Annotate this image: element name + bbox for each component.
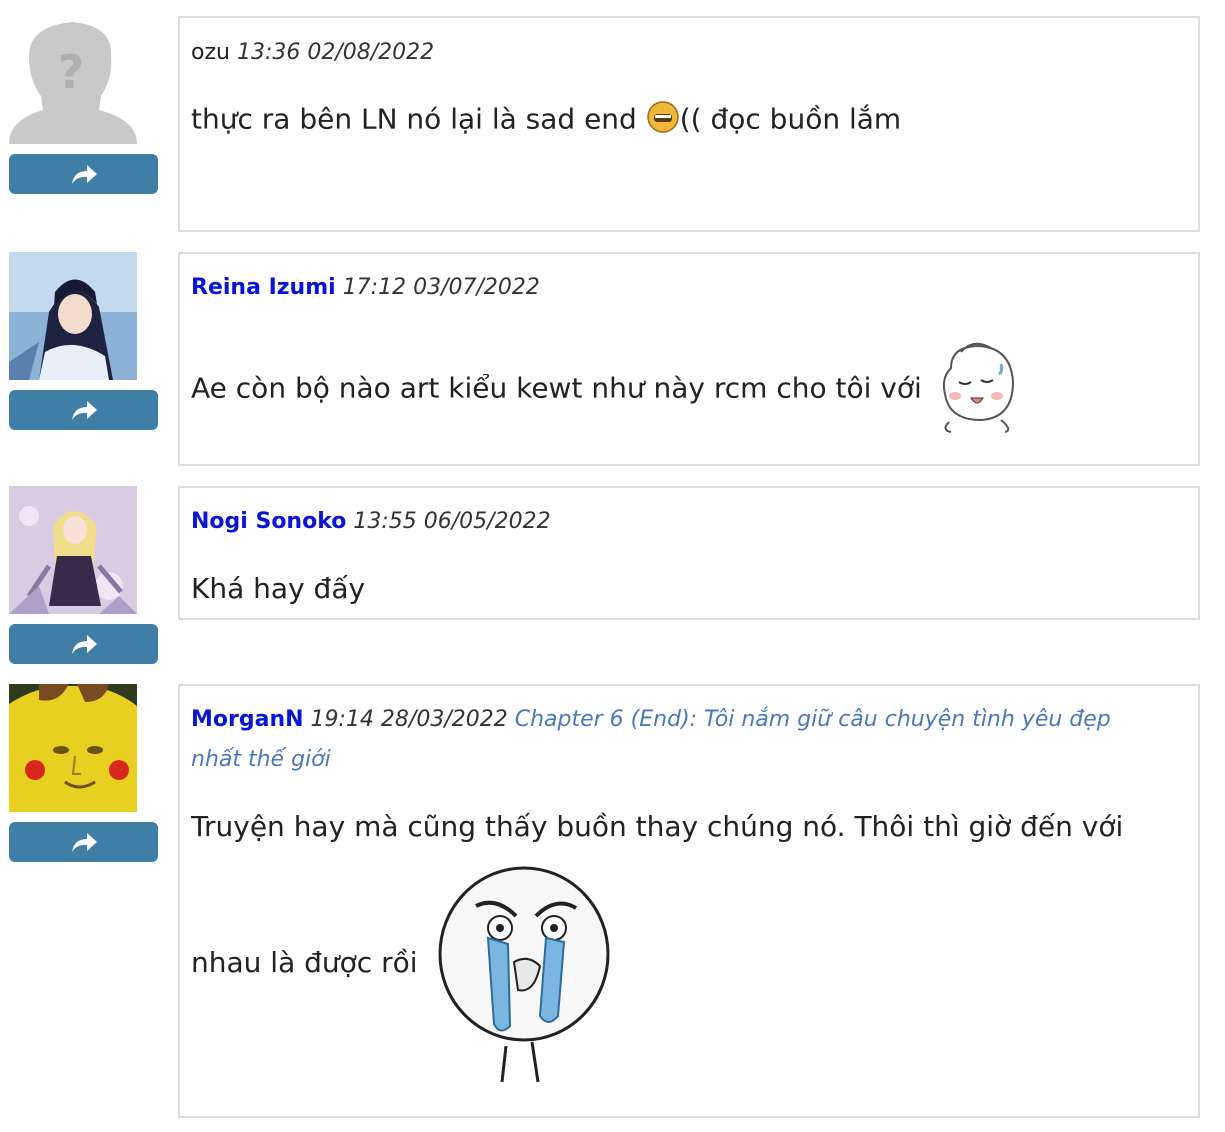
sweat-blush-bun-emoji bbox=[931, 338, 1021, 441]
comment-box: MorganN 19:14 28/03/2022 Chapter 6 (End)… bbox=[178, 684, 1200, 1118]
comment-time: 13:36 02/08/2022 bbox=[236, 40, 435, 65]
chapter-link[interactable]: nhất thế giới bbox=[191, 740, 331, 780]
reply-arrow-icon bbox=[71, 401, 97, 420]
comment-meta: Reina Izumi 17:12 03/07/2022 bbox=[191, 268, 540, 308]
reply-arrow-icon bbox=[71, 833, 97, 852]
anime-girl-avatar[interactable] bbox=[9, 486, 137, 614]
comment-time: 13:55 06/05/2022 bbox=[353, 509, 551, 534]
sad-face-emoji-icon bbox=[646, 100, 680, 141]
chapter-link[interactable]: Chapter 6 (End): Tôi nắm giữ câu chuyện … bbox=[515, 707, 1111, 732]
comment-meta: ozu 13:36 02/08/2022 bbox=[191, 33, 434, 73]
pikachu-face-avatar[interactable] bbox=[9, 684, 137, 812]
reply-arrow-icon bbox=[71, 165, 97, 184]
reply-button[interactable] bbox=[9, 154, 158, 194]
anime-girl-avatar[interactable] bbox=[9, 252, 137, 380]
comment-text: Ae còn bộ nào art kiểu kewt như này rcm … bbox=[191, 338, 1021, 441]
crying-rage-face-emoji bbox=[436, 866, 620, 1088]
comment-username[interactable]: MorganN bbox=[191, 707, 304, 732]
comment-text-part: Ae còn bộ nào art kiểu kewt như này rcm … bbox=[191, 371, 922, 405]
comment-time: 19:14 28/03/2022 bbox=[310, 707, 508, 732]
default-avatar-icon: ? bbox=[9, 16, 137, 144]
svg-text:?: ? bbox=[58, 45, 85, 99]
comment-text: nhau là được rồi bbox=[191, 946, 418, 979]
comment-text: Truyện hay mà cũng thấy buồn thay chúng … bbox=[191, 810, 1124, 843]
comment-text: thực ra bên LN nó lại là sad end (( đọc … bbox=[191, 100, 901, 141]
comment-username[interactable]: Nogi Sonoko bbox=[191, 509, 346, 534]
comment-meta: Nogi Sonoko 13:55 06/05/2022 bbox=[191, 502, 551, 542]
reply-button[interactable] bbox=[9, 822, 158, 862]
comment-text: Khá hay đấy bbox=[191, 572, 366, 605]
comment-username[interactable]: ozu bbox=[191, 40, 230, 65]
reply-button[interactable] bbox=[9, 624, 158, 664]
comment-username[interactable]: Reina Izumi bbox=[191, 275, 336, 300]
comment-box: Reina Izumi 17:12 03/07/2022 Ae còn bộ n… bbox=[178, 252, 1200, 466]
reply-arrow-icon bbox=[71, 635, 97, 654]
reply-button[interactable] bbox=[9, 390, 158, 430]
comment-text-part: (( đọc buồn lắm bbox=[679, 102, 902, 136]
comment-text-part: thực ra bên LN nó lại là sad end bbox=[191, 102, 637, 136]
comment-meta: MorganN 19:14 28/03/2022 Chapter 6 (End)… bbox=[191, 700, 1111, 740]
comment-time: 17:12 03/07/2022 bbox=[342, 275, 540, 300]
comment-box: ozu 13:36 02/08/2022 thực ra bên LN nó l… bbox=[178, 16, 1200, 232]
comment-box: Nogi Sonoko 13:55 06/05/2022 Khá hay đấy bbox=[178, 486, 1200, 620]
